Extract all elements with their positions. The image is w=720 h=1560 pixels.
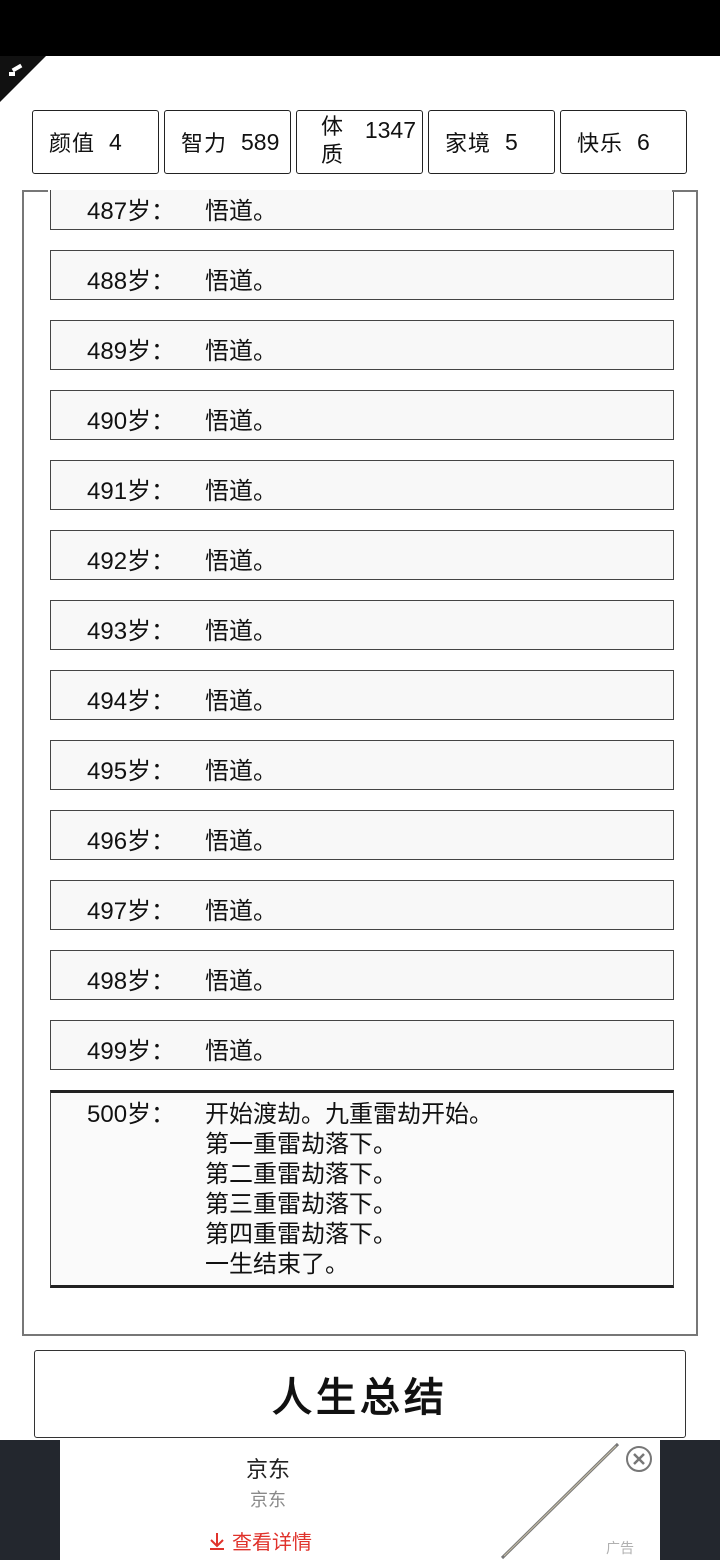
entry-text: 悟道。 — [205, 197, 277, 225]
stat-label: 智力 — [181, 132, 228, 157]
entry-line: 开始渡劫。九重雷劫开始。 — [205, 1100, 493, 1128]
ad-subtitle: 京东 — [250, 1490, 286, 1511]
entry-line: 第二重雷劫落下。 — [205, 1160, 397, 1188]
entry-text: 悟道。 — [205, 1037, 277, 1065]
entry-text: 悟道。 — [205, 687, 277, 715]
stat-family: 家境 5 — [428, 110, 555, 174]
life-log-entry: 488岁： 悟道。 — [50, 250, 674, 300]
life-log-entry: 498岁： 悟道。 — [50, 950, 674, 1000]
entry-age: 495岁： — [87, 757, 176, 785]
entry-text: 悟道。 — [205, 617, 277, 645]
close-icon[interactable] — [626, 1446, 652, 1472]
panel-border — [22, 190, 48, 192]
entry-age: 492岁： — [87, 547, 176, 575]
ad-product-image — [500, 1442, 620, 1560]
back-corner-icon[interactable] — [0, 56, 46, 102]
life-log-entry: 495岁： 悟道。 — [50, 740, 674, 790]
entry-age: 497岁： — [87, 897, 176, 925]
entry-age: 491岁： — [87, 477, 176, 505]
life-log-entry: 492岁： 悟道。 — [50, 530, 674, 580]
entry-text: 悟道。 — [205, 477, 277, 505]
entry-age: 488岁： — [87, 267, 176, 295]
status-bar — [0, 0, 720, 56]
life-log-entry: 490岁： 悟道。 — [50, 390, 674, 440]
ad-detail-label: 查看详情 — [232, 1530, 312, 1554]
life-log-entry-final: 500岁： 开始渡劫。九重雷劫开始。 第一重雷劫落下。 第二重雷劫落下。 第三重雷劫落下… — [50, 1090, 674, 1288]
entry-age: 493岁： — [87, 617, 176, 645]
life-log-entry: 496岁： 悟道。 — [50, 810, 674, 860]
entry-text: 悟道。 — [205, 967, 277, 995]
download-icon — [210, 1532, 224, 1550]
entry-age: 494岁： — [87, 687, 176, 715]
life-log-entry: 494岁： 悟道。 — [50, 670, 674, 720]
entry-line: 第四重雷劫落下。 — [205, 1220, 397, 1248]
stat-value: 1347 — [364, 117, 416, 143]
entry-text: 悟道。 — [205, 757, 277, 785]
life-log-panel[interactable]: 487岁： 悟道。 488岁： 悟道。 489岁： 悟道。 490岁： 悟道。 491岁： 悟道。… — [22, 190, 698, 1336]
entry-text: 悟道。 — [205, 827, 277, 855]
stat-label: 体质 — [321, 115, 345, 168]
entry-age: 487岁： — [87, 197, 176, 225]
attribute-bar: 颜值 4 智力 589 体质 1347 家境 5 快乐 6 — [32, 110, 688, 176]
entry-line: 一生结束了。 — [205, 1250, 349, 1278]
entry-age: 490岁： — [87, 407, 176, 435]
stat-intelligence: 智力 589 — [164, 110, 291, 174]
entry-line: 第一重雷劫落下。 — [205, 1130, 397, 1158]
stat-value: 589 — [241, 128, 280, 155]
life-log-entry: 497岁： 悟道。 — [50, 880, 674, 930]
entry-age: 496岁： — [87, 827, 176, 855]
entry-text: 开始渡劫。九重雷劫开始。 第一重雷劫落下。 第二重雷劫落下。 第三重雷劫落下。 第四重雷… — [205, 1099, 493, 1279]
life-log-entry: 493岁： 悟道。 — [50, 600, 674, 650]
entry-line: 第三重雷劫落下。 — [205, 1190, 397, 1218]
entry-text: 悟道。 — [205, 337, 277, 365]
entry-text: 悟道。 — [205, 547, 277, 575]
entry-age: 500岁： — [87, 1100, 176, 1128]
stat-happiness: 快乐 6 — [560, 110, 687, 174]
stat-label: 快乐 — [577, 132, 624, 157]
life-summary-button[interactable]: 人生总结 — [34, 1350, 686, 1438]
life-log-entry: 499岁： 悟道。 — [50, 1020, 674, 1070]
life-log-entry: 489岁： 悟道。 — [50, 320, 674, 370]
ad-banner[interactable]: 京东 京东 查看详情 广告 — [60, 1440, 660, 1560]
entry-age: 489岁： — [87, 337, 176, 365]
entry-age: 499岁： — [87, 1037, 176, 1065]
stat-value: 5 — [505, 128, 518, 155]
ad-title: 京东 — [246, 1458, 291, 1483]
stat-value: 6 — [637, 128, 650, 155]
stat-value: 4 — [109, 128, 122, 155]
panel-border — [672, 190, 698, 192]
entry-text: 悟道。 — [205, 897, 277, 925]
stat-appearance: 颜值 4 — [32, 110, 159, 174]
stat-constitution: 体质 1347 — [296, 110, 423, 174]
entry-text: 悟道。 — [205, 267, 277, 295]
stat-label: 颜值 — [49, 132, 96, 157]
entry-age: 498岁： — [87, 967, 176, 995]
ad-tag: 广告 — [606, 1541, 634, 1557]
ad-detail-link[interactable]: 查看详情 — [208, 1526, 312, 1555]
entry-text: 悟道。 — [205, 407, 277, 435]
life-log-entry: 487岁： 悟道。 — [50, 190, 674, 230]
stat-label: 家境 — [445, 132, 492, 157]
life-log-entry: 491岁： 悟道。 — [50, 460, 674, 510]
